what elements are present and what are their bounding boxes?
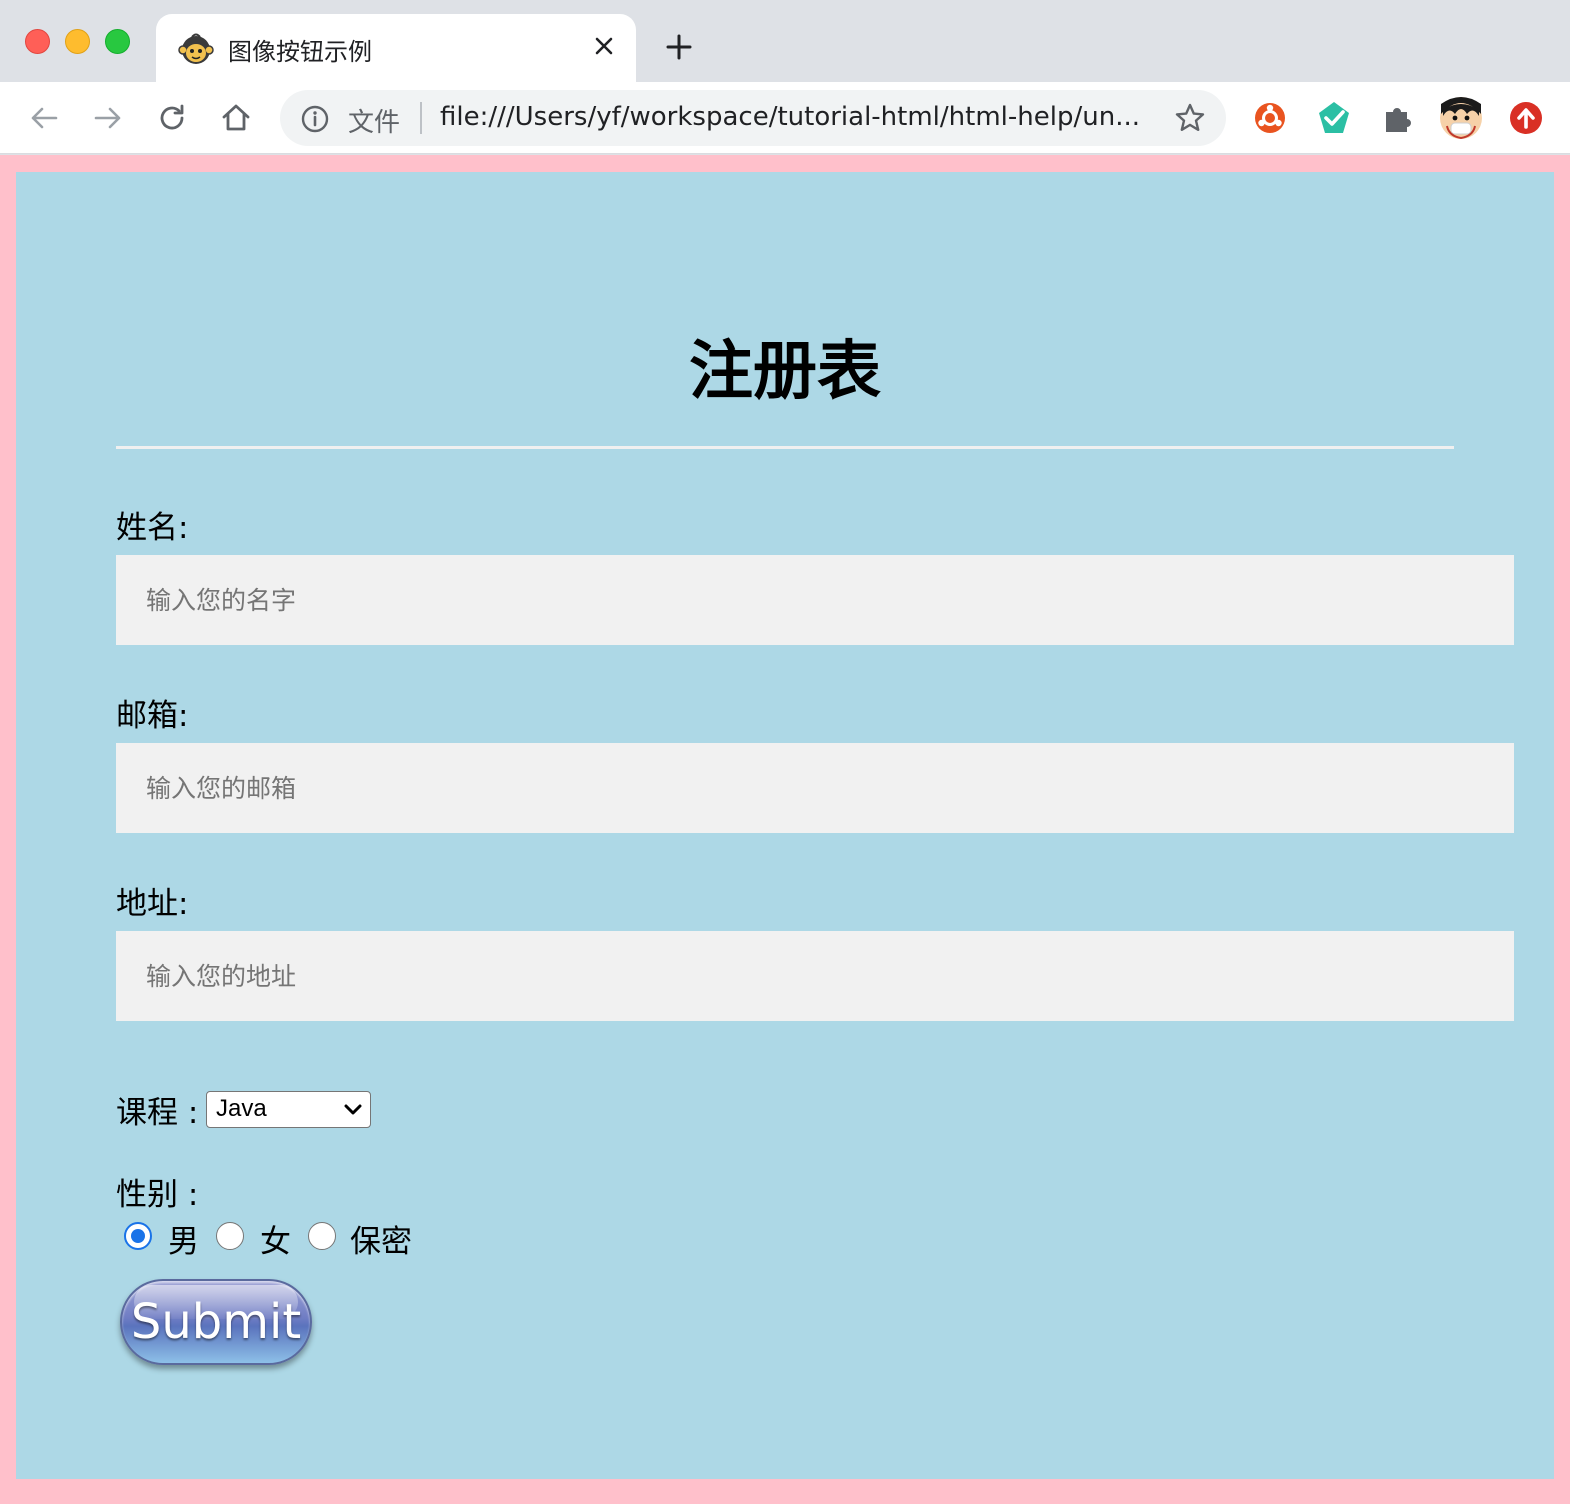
- address-url[interactable]: file:///Users/yf/workspace/tutorial-html…: [440, 102, 1160, 132]
- address-divider: [420, 102, 422, 134]
- minimize-window-button[interactable]: [65, 29, 90, 54]
- tab-title: 图像按钮示例: [228, 38, 372, 66]
- page-title: 注册表: [689, 335, 881, 409]
- info-icon[interactable]: [300, 104, 330, 134]
- update-icon[interactable]: [1504, 96, 1548, 140]
- course-label: 课程 :: [116, 1095, 199, 1131]
- address-bar[interactable]: 文件 file:///Users/yf/workspace/tutorial-h…: [280, 90, 1226, 146]
- email-input[interactable]: [116, 743, 1514, 833]
- name-input[interactable]: [116, 555, 1514, 645]
- bookmark-star-icon[interactable]: [1172, 100, 1208, 136]
- browser-titlebar: 图像按钮示例: [0, 0, 1570, 84]
- home-icon[interactable]: [216, 98, 256, 138]
- submit-image-button[interactable]: Submit: [120, 1279, 312, 1365]
- gender-label-female: 女: [260, 1224, 291, 1260]
- profile-avatar[interactable]: [1439, 96, 1483, 140]
- reload-icon[interactable]: [152, 98, 192, 138]
- close-tab-icon[interactable]: [588, 30, 620, 62]
- gender-label: 性别 :: [116, 1177, 199, 1213]
- back-arrow-icon[interactable]: [24, 98, 64, 138]
- course-select-value: Java: [216, 1095, 267, 1122]
- registration-form: 注册表 姓名: 邮箱: 地址: 课程 : Java 性别 : 男 女 保密 Su…: [16, 172, 1554, 1479]
- forward-arrow-icon[interactable]: [88, 98, 128, 138]
- ubuntu-extension-icon[interactable]: [1248, 96, 1292, 140]
- browser-toolbar: 文件 file:///Users/yf/workspace/tutorial-h…: [0, 82, 1570, 154]
- checkmark-extension-icon[interactable]: [1312, 96, 1356, 140]
- submit-label: Submit: [130, 1294, 302, 1350]
- maximize-window-button[interactable]: [105, 29, 130, 54]
- browser-tab[interactable]: 图像按钮示例: [156, 14, 636, 84]
- course-select[interactable]: Java: [206, 1091, 371, 1128]
- address-label: 地址:: [116, 886, 189, 922]
- address-input[interactable]: [116, 931, 1514, 1021]
- page-viewport: 注册表 姓名: 邮箱: 地址: 课程 : Java 性别 : 男 女 保密 Su…: [0, 155, 1570, 1504]
- address-scheme-label: 文件: [348, 108, 401, 138]
- title-divider: [116, 446, 1454, 449]
- chevron-down-icon: [344, 1104, 362, 1115]
- gender-radio-female[interactable]: [216, 1222, 244, 1250]
- close-window-button[interactable]: [25, 29, 50, 54]
- puzzle-extensions-icon[interactable]: [1376, 96, 1420, 140]
- gender-label-male: 男: [168, 1224, 199, 1260]
- name-label: 姓名:: [116, 510, 189, 546]
- gender-label-secret: 保密: [350, 1224, 412, 1260]
- gender-radio-male[interactable]: [124, 1222, 152, 1250]
- new-tab-icon[interactable]: [660, 28, 698, 66]
- email-label: 邮箱:: [116, 698, 189, 734]
- monkey-favicon-icon: [178, 33, 214, 64]
- gender-radio-secret[interactable]: [308, 1222, 336, 1250]
